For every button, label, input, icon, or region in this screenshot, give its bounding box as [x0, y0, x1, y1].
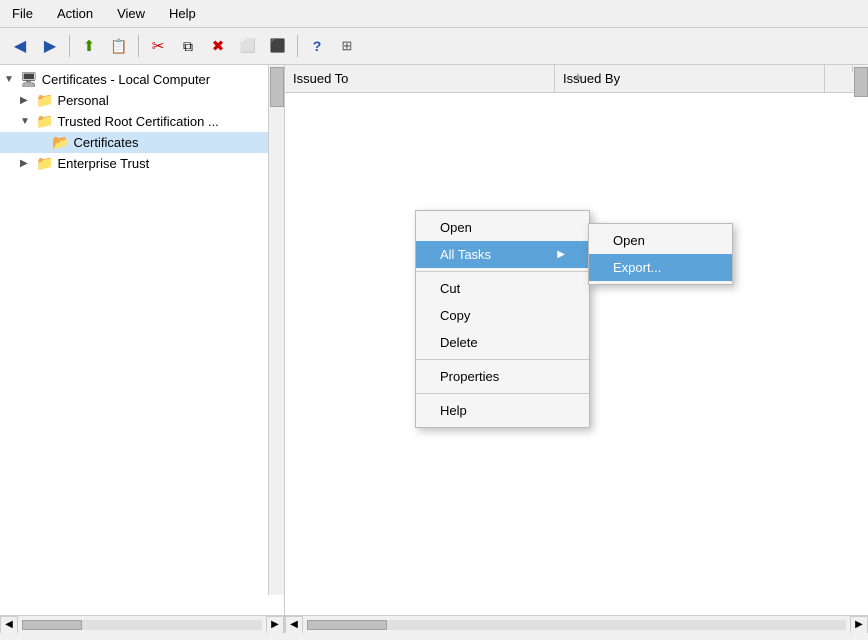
col-header-issued-to[interactable]: Issued To: [285, 65, 555, 92]
right-hscrollbar[interactable]: ◀ ▶: [285, 615, 868, 633]
expander-personal: ▶: [20, 95, 36, 106]
ctx-separator-1: [416, 271, 589, 272]
submenu-export[interactable]: Export...: [589, 254, 732, 281]
ctx-menu-open[interactable]: Open: [416, 214, 589, 241]
ctx-copy-label: Copy: [440, 308, 470, 323]
left-hscrollbar[interactable]: ◀ ▶: [0, 615, 284, 633]
col-header-issued-by[interactable]: Issued By ▲: [555, 65, 825, 92]
right-hscroll-track: [307, 620, 846, 630]
column-header: Issued To Issued By ▲: [285, 65, 868, 93]
left-hscroll-right-arrow[interactable]: ▶: [266, 616, 284, 634]
tree-item-root[interactable]: ▼ 🖥 Certificates - Local Computer: [0, 69, 284, 90]
menu-action[interactable]: Action: [53, 4, 97, 23]
folder-icon-certificates: 📂: [52, 134, 69, 151]
tree-vscrollbar[interactable]: [268, 65, 284, 595]
col-issued-by-label: Issued By: [563, 71, 620, 86]
ctx-menu-cut[interactable]: Cut: [416, 275, 589, 302]
ctx-menu-help[interactable]: Help: [416, 397, 589, 424]
left-hscroll-left-arrow[interactable]: ◀: [0, 616, 18, 634]
submenu: Open Export...: [588, 223, 733, 285]
ctx-all-tasks-arrow: ▶: [557, 249, 565, 260]
context-menu: Open All Tasks ▶ Cut Copy Delete Propert…: [415, 210, 590, 428]
export-button[interactable]: ⬜: [234, 32, 262, 60]
menu-file[interactable]: File: [8, 4, 37, 23]
tree-item-certificates-label: Certificates: [73, 135, 138, 150]
right-hscroll-thumb[interactable]: [307, 620, 387, 630]
toolbar-separator-3: [297, 35, 298, 57]
ctx-menu-delete[interactable]: Delete: [416, 329, 589, 356]
right-vscrollbar[interactable]: [852, 65, 868, 72]
left-hscroll-thumb[interactable]: [22, 620, 82, 630]
toolbar-separator-2: [138, 35, 139, 57]
tree-item-enterprise-trust[interactable]: ▶ 📁 Enterprise Trust: [0, 153, 284, 174]
cut-button[interactable]: ✂: [144, 32, 172, 60]
ctx-all-tasks-label: All Tasks: [440, 247, 491, 262]
up-button[interactable]: ⬆: [75, 32, 103, 60]
import-button[interactable]: ⬛: [264, 32, 292, 60]
ctx-properties-label: Properties: [440, 369, 499, 384]
tree-area: ▼ 🖥 Certificates - Local Computer ▶ 📁 Pe…: [0, 65, 284, 615]
toolbar: ◀ ▶ ⬆ 📋 ✂ ⧉ ✖ ⬜ ⬛ ? ⊞: [0, 28, 868, 65]
menu-bar: File Action View Help: [0, 0, 868, 28]
right-hscroll-left-arrow[interactable]: ◀: [285, 616, 303, 634]
left-hscroll-track: [22, 620, 262, 630]
tree-item-trusted-root[interactable]: ▼ 📁 Trusted Root Certification ...: [0, 111, 284, 132]
expander-enterprise: ▶: [20, 158, 36, 169]
computer-icon: 🖥: [20, 71, 38, 88]
help-button[interactable]: ?: [303, 32, 331, 60]
properties-button[interactable]: ⊞: [333, 32, 361, 60]
ctx-menu-copy[interactable]: Copy: [416, 302, 589, 329]
ctx-help-label: Help: [440, 403, 467, 418]
sort-arrow-icon: ▲: [573, 71, 583, 82]
ctx-open-label: Open: [440, 220, 472, 235]
right-hscroll-right-arrow[interactable]: ▶: [850, 616, 868, 634]
tree-item-personal[interactable]: ▶ 📁 Personal: [0, 90, 284, 111]
back-button[interactable]: ◀: [6, 32, 34, 60]
tree-item-trusted-root-label: Trusted Root Certification ...: [57, 114, 218, 129]
expander-trusted-root: ▼: [20, 116, 36, 127]
delete-button[interactable]: ✖: [204, 32, 232, 60]
col-issued-to-label: Issued To: [293, 71, 348, 86]
tree-root-label: Certificates - Local Computer: [42, 72, 210, 87]
folder-icon-personal: 📁: [36, 92, 53, 109]
menu-help[interactable]: Help: [165, 4, 200, 23]
ctx-cut-label: Cut: [440, 281, 460, 296]
tree-item-enterprise-label: Enterprise Trust: [57, 156, 149, 171]
submenu-export-label: Export...: [613, 260, 661, 275]
ctx-delete-label: Delete: [440, 335, 478, 350]
tree-item-certificates[interactable]: 📂 Certificates: [0, 132, 284, 153]
ctx-separator-2: [416, 359, 589, 360]
left-panel: ▼ 🖥 Certificates - Local Computer ▶ 📁 Pe…: [0, 65, 285, 633]
expander-root: ▼: [4, 74, 20, 85]
submenu-open[interactable]: Open: [589, 227, 732, 254]
forward-button[interactable]: ▶: [36, 32, 64, 60]
submenu-open-label: Open: [613, 233, 645, 248]
ctx-menu-properties[interactable]: Properties: [416, 363, 589, 390]
tree-vscroll-thumb[interactable]: [270, 67, 284, 107]
main-layout: ▼ 🖥 Certificates - Local Computer ▶ 📁 Pe…: [0, 65, 868, 633]
ctx-menu-all-tasks[interactable]: All Tasks ▶: [416, 241, 589, 268]
right-panel: Issued To Issued By ▲ ◀ ▶ Open: [285, 65, 868, 633]
ctx-separator-3: [416, 393, 589, 394]
menu-view[interactable]: View: [113, 4, 149, 23]
copy-button[interactable]: ⧉: [174, 32, 202, 60]
new-button[interactable]: 📋: [105, 32, 133, 60]
tree-item-personal-label: Personal: [57, 93, 108, 108]
folder-icon-enterprise: 📁: [36, 155, 53, 172]
expander-certificates: [36, 137, 52, 148]
folder-icon-trusted-root: 📁: [36, 113, 53, 130]
toolbar-separator-1: [69, 35, 70, 57]
